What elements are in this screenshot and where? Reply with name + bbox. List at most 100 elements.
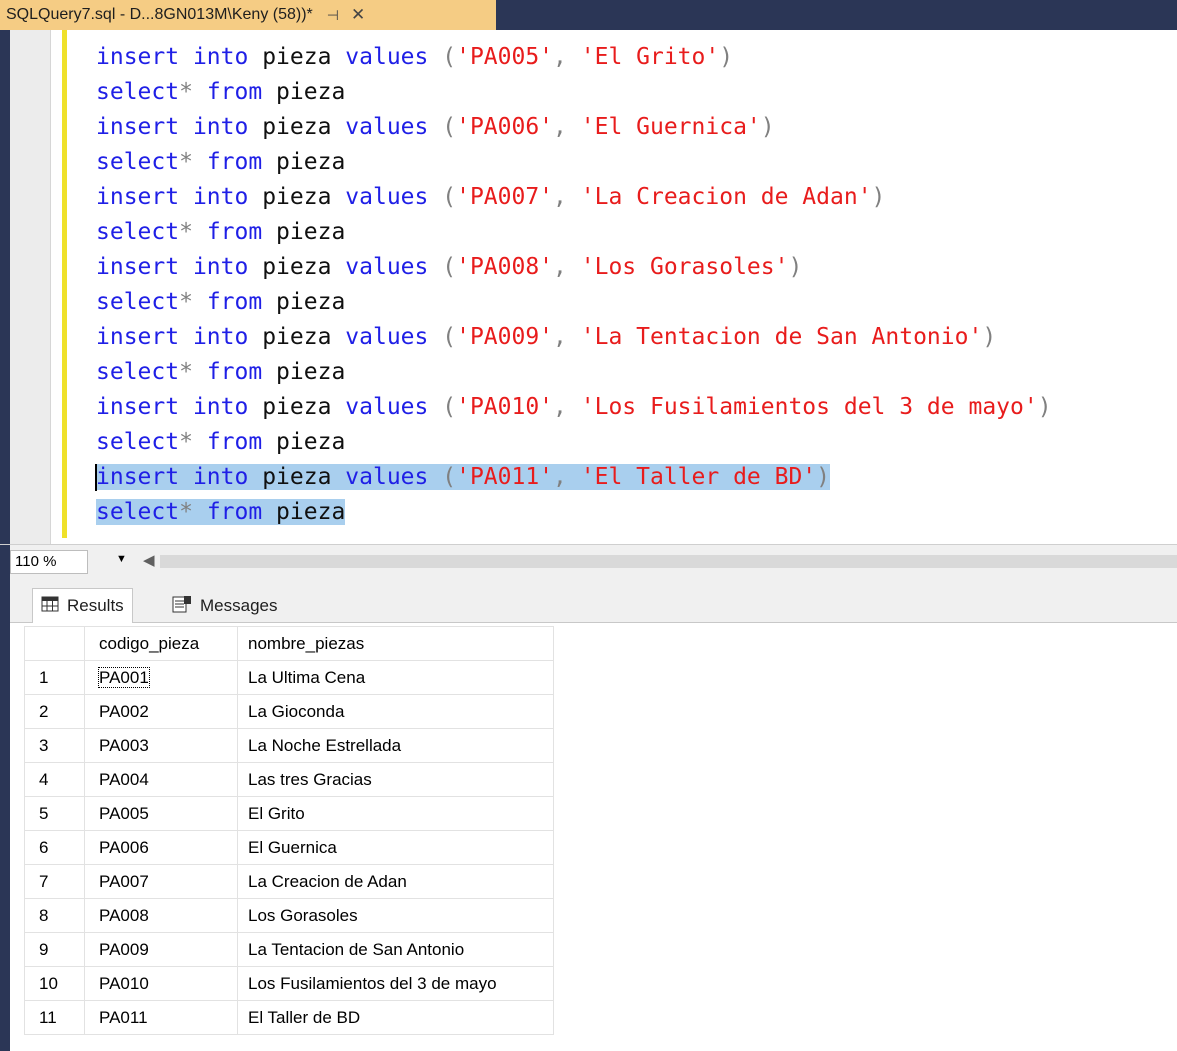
codigo-pieza-cell[interactable]: PA008 bbox=[84, 898, 238, 933]
code-token: ( bbox=[442, 44, 457, 70]
codigo-pieza-cell[interactable]: PA007 bbox=[84, 864, 238, 899]
nombre-piezas-cell[interactable]: El Guernica bbox=[237, 830, 554, 865]
close-icon[interactable]: ✕ bbox=[351, 5, 365, 25]
table-row[interactable]: 7 PA007 La Creacion de Adan bbox=[24, 864, 554, 899]
code-token: from bbox=[206, 499, 263, 525]
code-token: * bbox=[179, 149, 193, 175]
code-line[interactable]: select* from pieza bbox=[96, 425, 1052, 460]
column-header-nombre-piezas[interactable]: nombre_piezas bbox=[237, 626, 554, 661]
table-row[interactable]: 9 PA009 La Tentacion de San Antonio bbox=[24, 932, 554, 967]
nombre-piezas-cell[interactable]: La Creacion de Adan bbox=[237, 864, 554, 899]
code-line[interactable]: insert into pieza values ('PA010', 'Los … bbox=[96, 390, 1052, 425]
table-row[interactable]: 3 PA003 La Noche Estrellada bbox=[24, 728, 554, 763]
query-editor[interactable]: insert into pieza values ('PA005', 'El G… bbox=[0, 30, 1177, 544]
table-row[interactable]: 11 PA011 El Taller de BD bbox=[24, 1000, 554, 1035]
code-line[interactable]: select* from pieza bbox=[96, 355, 1052, 390]
code-token: * bbox=[179, 79, 193, 105]
code-line[interactable]: insert into pieza values ('PA008', 'Los … bbox=[96, 250, 1052, 285]
query-tab-title: SQLQuery7.sql - D...8GN013M\Keny (58))* bbox=[6, 6, 313, 23]
nombre-piezas-cell[interactable]: La Noche Estrellada bbox=[237, 728, 554, 763]
row-number-cell[interactable]: 5 bbox=[24, 796, 85, 831]
code-token: insert bbox=[96, 324, 180, 350]
table-row[interactable]: 5 PA005 El Grito bbox=[24, 796, 554, 831]
table-row[interactable]: 2 PA002 La Gioconda bbox=[24, 694, 554, 729]
row-number-cell[interactable]: 2 bbox=[24, 694, 85, 729]
editor-status-bar: 110 % ▼ ◀ bbox=[0, 544, 1177, 579]
code-line[interactable]: insert into pieza values ('PA009', 'La T… bbox=[96, 320, 1052, 355]
results-grid[interactable]: codigo_pieza nombre_piezas 1 PA001 La Ulti… bbox=[24, 626, 554, 1035]
code-line[interactable]: select* from pieza bbox=[96, 215, 1052, 250]
row-number-cell[interactable]: 8 bbox=[24, 898, 85, 933]
column-header-codigo-pieza[interactable]: codigo_pieza bbox=[84, 626, 238, 661]
row-number-cell[interactable]: 1 bbox=[24, 660, 85, 695]
code-token: pieza bbox=[262, 359, 346, 385]
row-number-cell[interactable]: 3 bbox=[24, 728, 85, 763]
table-row[interactable]: 8 PA008 Los Gorasoles bbox=[24, 898, 554, 933]
chevron-down-icon[interactable]: ▼ bbox=[116, 553, 127, 565]
row-number-header[interactable] bbox=[24, 626, 85, 661]
table-row[interactable]: 6 PA006 El Guernica bbox=[24, 830, 554, 865]
row-number-cell[interactable]: 4 bbox=[24, 762, 85, 797]
code-token: , bbox=[553, 464, 567, 490]
codigo-pieza-cell[interactable]: PA004 bbox=[84, 762, 238, 797]
row-number-cell[interactable]: 10 bbox=[24, 966, 85, 1001]
horizontal-scrollbar[interactable] bbox=[160, 555, 1177, 568]
nombre-piezas-cell[interactable]: La Ultima Cena bbox=[237, 660, 554, 695]
tab-messages[interactable]: Messages bbox=[164, 590, 285, 622]
code-line[interactable]: select* from pieza bbox=[96, 285, 1052, 320]
document-tab-bar: SQLQuery7.sql - D...8GN013M\Keny (58))* … bbox=[0, 0, 1177, 30]
pin-icon[interactable]: ⊣ bbox=[327, 7, 339, 24]
nombre-piezas-cell[interactable]: La Gioconda bbox=[237, 694, 554, 729]
code-line-content: insert into pieza values ('PA011', 'El T… bbox=[96, 464, 831, 490]
code-line[interactable]: select* from pieza bbox=[96, 495, 1052, 530]
codigo-pieza-cell[interactable]: PA005 bbox=[84, 796, 238, 831]
code-token: 'La Creacion de Adan' bbox=[580, 184, 872, 210]
table-row[interactable]: 10 PA010 Los Fusilamientos del 3 de mayo bbox=[24, 966, 554, 1001]
query-tab[interactable]: SQLQuery7.sql - D...8GN013M\Keny (58))* … bbox=[0, 0, 496, 30]
row-number-cell[interactable]: 6 bbox=[24, 830, 85, 865]
code-token: pieza bbox=[248, 464, 346, 490]
code-token: pieza bbox=[248, 394, 346, 420]
code-token: pieza bbox=[248, 324, 346, 350]
code-token: 'Los Gorasoles' bbox=[580, 254, 789, 280]
table-row[interactable]: 4 PA004 Las tres Gracias bbox=[24, 762, 554, 797]
nombre-piezas-cell[interactable]: La Tentacion de San Antonio bbox=[237, 932, 554, 967]
code-token: select bbox=[96, 359, 180, 385]
code-token: 'La Tentacion de San Antonio' bbox=[580, 324, 983, 350]
code-token: from bbox=[206, 149, 263, 175]
tab-results-label: Results bbox=[67, 596, 124, 615]
codigo-pieza-cell[interactable]: PA002 bbox=[84, 694, 238, 729]
code-token: values bbox=[345, 184, 429, 210]
nombre-piezas-cell[interactable]: Los Fusilamientos del 3 de mayo bbox=[237, 966, 554, 1001]
nombre-piezas-cell[interactable]: Las tres Gracias bbox=[237, 762, 554, 797]
code-line[interactable]: insert into pieza values ('PA006', 'El G… bbox=[96, 110, 1052, 145]
code-line[interactable]: insert into pieza values ('PA011', 'El T… bbox=[95, 460, 1052, 495]
row-number-cell[interactable]: 11 bbox=[24, 1000, 85, 1035]
nombre-piezas-cell[interactable]: Los Gorasoles bbox=[237, 898, 554, 933]
codigo-pieza-cell[interactable]: PA001 bbox=[84, 660, 238, 695]
codigo-pieza-cell[interactable]: PA006 bbox=[84, 830, 238, 865]
codigo-pieza-cell[interactable]: PA009 bbox=[84, 932, 238, 967]
zoom-level-select[interactable]: 110 % bbox=[10, 550, 88, 574]
nombre-piezas-cell[interactable]: El Grito bbox=[237, 796, 554, 831]
code-line[interactable]: insert into pieza values ('PA007', 'La C… bbox=[96, 180, 1052, 215]
scroll-left-icon[interactable]: ◀ bbox=[143, 551, 155, 569]
row-number-cell[interactable]: 7 bbox=[24, 864, 85, 899]
table-row[interactable]: 1 PA001 La Ultima Cena bbox=[24, 660, 554, 695]
code-line-content: insert into pieza values ('PA009', 'La T… bbox=[96, 324, 996, 350]
nombre-piezas-cell[interactable]: El Taller de BD bbox=[237, 1000, 554, 1035]
code-line[interactable]: select* from pieza bbox=[96, 145, 1052, 180]
codigo-pieza-cell[interactable]: PA011 bbox=[84, 1000, 238, 1035]
codigo-pieza-cell[interactable]: PA010 bbox=[84, 966, 238, 1001]
code-line[interactable]: select* from pieza bbox=[96, 75, 1052, 110]
tab-results[interactable]: Results bbox=[32, 588, 133, 623]
code-area[interactable]: insert into pieza values ('PA005', 'El G… bbox=[95, 40, 1052, 530]
row-number-cell[interactable]: 9 bbox=[24, 932, 85, 967]
codigo-pieza-cell[interactable]: PA003 bbox=[84, 728, 238, 763]
code-line[interactable]: insert into pieza values ('PA005', 'El G… bbox=[96, 40, 1052, 75]
